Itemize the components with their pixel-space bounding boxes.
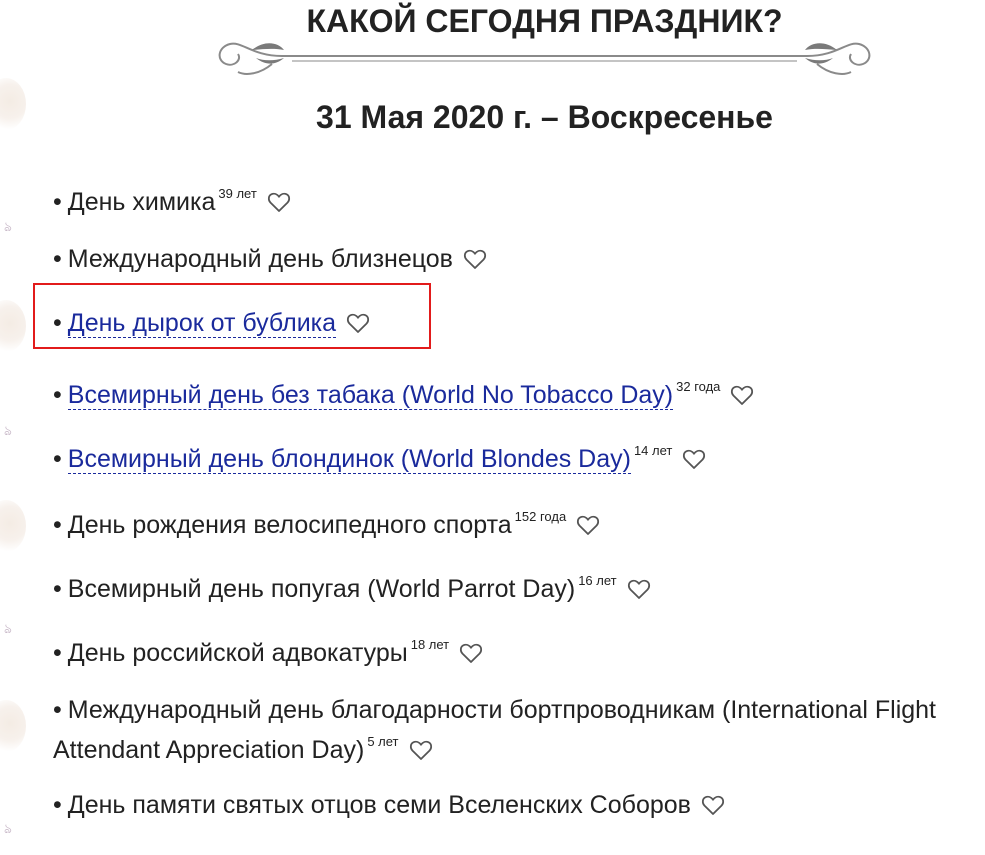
holiday-name: День химика <box>67 188 216 216</box>
holiday-link[interactable]: Всемирный день без табака (World No Toba… <box>67 381 674 410</box>
decoration-glyph: ঌ <box>4 424 12 439</box>
decoration-cake-image <box>0 300 26 352</box>
holiday-name: Международный день близнецов <box>67 245 453 273</box>
bullet: • <box>53 188 62 216</box>
holiday-age: 16 лет <box>578 573 617 588</box>
favorite-heart-icon[interactable] <box>267 191 291 213</box>
holiday-item: • День памяти святых отцов семи Вселенски… <box>53 789 985 821</box>
bullet: • <box>53 381 62 409</box>
holiday-item: • Международный день близнецов <box>53 243 985 275</box>
holiday-age: 152 года <box>514 509 567 524</box>
favorite-heart-icon[interactable] <box>409 739 433 761</box>
decoration-cake-image <box>0 78 26 130</box>
bullet: • <box>53 791 62 819</box>
holiday-name: Всемирный день попугая (World Parrot Day… <box>67 575 576 603</box>
holiday-age: 5 лет <box>367 734 399 749</box>
holiday-name: Международный день благодарности бортпро… <box>53 696 937 764</box>
date-heading: 31 Мая 2020 г. – Воскресенье <box>316 99 773 135</box>
favorite-heart-icon[interactable] <box>459 642 483 664</box>
favorite-heart-icon[interactable] <box>576 514 600 536</box>
holiday-item: • Всемирный день блондинок (World Blondes… <box>53 435 985 475</box>
ornamental-divider-icon <box>218 42 871 75</box>
holiday-link[interactable]: Всемирный день блондинок (World Blondes … <box>67 445 631 474</box>
left-decoration-strip: ঌ ঌ ঌ ঌ <box>0 0 32 855</box>
bullet: • <box>53 511 62 539</box>
favorite-heart-icon[interactable] <box>730 384 754 406</box>
decoration-glyph: ঌ <box>4 822 12 837</box>
holiday-item: • День рождения велосипедного спорта 152 г… <box>53 501 985 541</box>
decoration-cake-image <box>0 700 26 752</box>
holiday-age: 32 года <box>676 379 721 394</box>
decoration-glyph: ঌ <box>4 622 12 637</box>
bullet: • <box>53 639 62 667</box>
favorite-heart-icon[interactable] <box>682 448 706 470</box>
favorite-heart-icon[interactable] <box>627 578 651 600</box>
holiday-age: 39 лет <box>218 186 257 201</box>
holiday-name: День памяти святых отцов семи Вселенских… <box>67 791 691 819</box>
favorite-heart-icon[interactable] <box>463 248 487 270</box>
bullet: • <box>53 575 62 603</box>
holiday-item: • День российской адвокатуры 18 лет <box>53 629 985 669</box>
favorite-heart-icon[interactable] <box>701 794 725 816</box>
holiday-age: 18 лет <box>410 637 450 652</box>
bullet: • <box>53 696 62 724</box>
decoration-cake-image <box>0 500 26 552</box>
holiday-age: 14 лет <box>633 443 673 458</box>
highlight-annotation <box>33 283 431 349</box>
holiday-item: • День химика 39 лет <box>53 178 985 218</box>
holiday-item: • Всемирный день попугая (World Parrot Da… <box>53 565 985 605</box>
bullet: • <box>53 245 62 273</box>
holiday-item: • Международный день благодарности бортпр… <box>53 694 985 766</box>
holiday-name: День российской адвокатуры <box>67 639 408 667</box>
holiday-name: День рождения велосипедного спорта <box>67 511 512 539</box>
decoration-glyph: ঌ <box>4 220 12 235</box>
holiday-item: • Всемирный день без табака (World No Tob… <box>53 371 985 411</box>
bullet: • <box>53 445 62 473</box>
